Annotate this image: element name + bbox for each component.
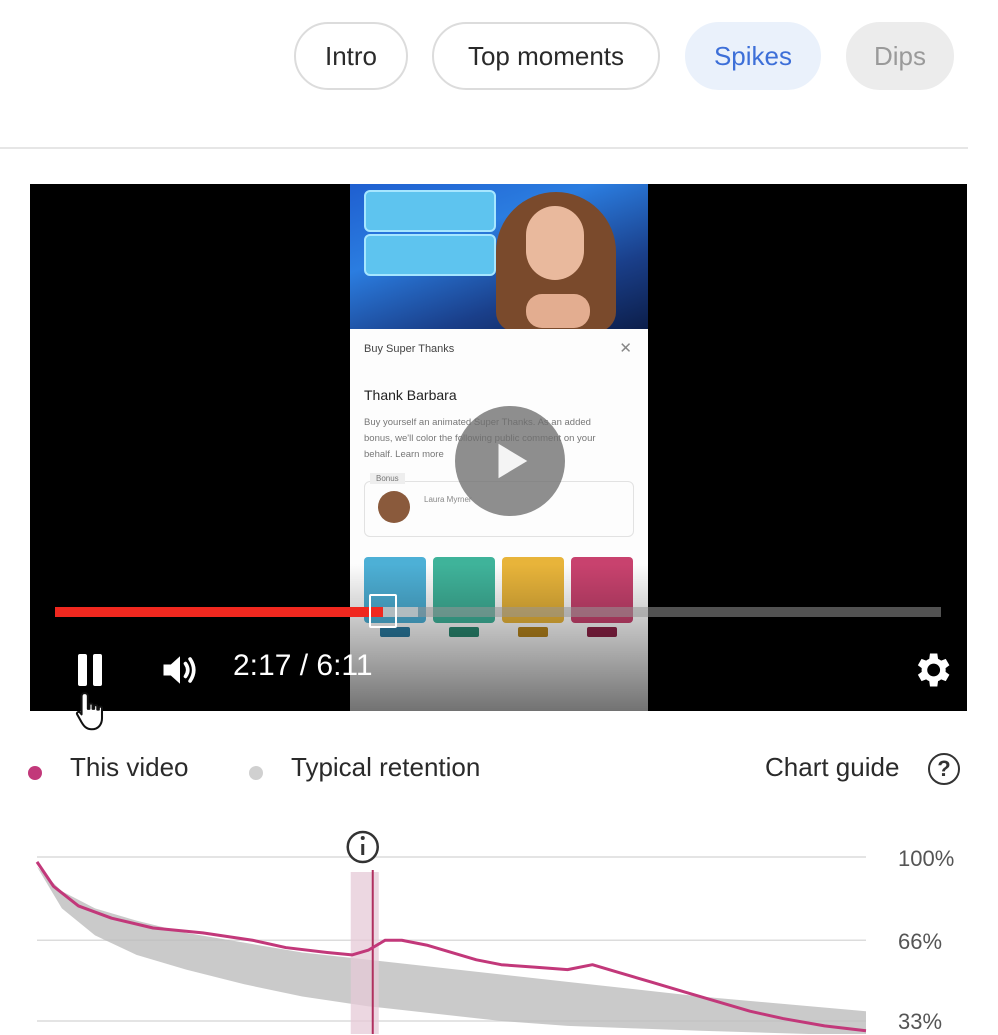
bonus-name: Laura Myrner <box>424 495 472 504</box>
settings-gear-icon[interactable] <box>910 648 954 692</box>
video-scene <box>350 184 648 332</box>
scene-thumbnail <box>364 234 496 276</box>
legend-dot-this-video <box>28 766 42 780</box>
chip-spikes[interactable]: Spikes <box>685 22 821 90</box>
legend-dot-typical <box>249 766 263 780</box>
video-player[interactable]: Buy Super Thanks ✕ Thank Barbara Buy you… <box>30 184 967 711</box>
y-tick-label: 66% <box>898 929 943 954</box>
presenter-hands <box>526 294 590 328</box>
help-icon[interactable]: ? <box>928 753 960 785</box>
bonus-tag: Bonus <box>370 473 405 484</box>
close-icon: ✕ <box>619 340 632 357</box>
info-icon-dot <box>360 836 365 840</box>
divider <box>0 147 968 149</box>
scene-thumbnail <box>364 190 496 232</box>
progress-played <box>55 607 383 617</box>
play-button[interactable] <box>455 406 565 516</box>
progress-bar[interactable] <box>55 607 941 617</box>
legend-typical-retention: Typical retention <box>291 752 481 782</box>
pause-icon[interactable] <box>72 648 112 692</box>
time-display: 2:17 / 6:11 <box>233 649 373 682</box>
volume-icon[interactable] <box>156 648 204 692</box>
hand-cursor-icon <box>75 692 104 731</box>
chip-dips: Dips <box>846 22 954 90</box>
presenter-face <box>526 206 584 280</box>
legend-this-video: This video <box>70 752 189 782</box>
chip-intro[interactable]: Intro <box>294 22 408 90</box>
sheet-title: Buy Super Thanks <box>364 343 455 355</box>
sheet-name: Thank Barbara <box>364 387 457 403</box>
avatar <box>378 491 410 523</box>
play-icon <box>498 443 528 479</box>
y-tick-label: 33% <box>898 1009 943 1034</box>
y-tick-label: 100% <box>898 846 955 871</box>
retention-chart <box>35 830 867 1034</box>
chip-top-moments[interactable]: Top moments <box>432 22 660 90</box>
scrubber-handle[interactable] <box>368 594 397 628</box>
chart-guide-link[interactable]: Chart guide <box>765 752 899 783</box>
